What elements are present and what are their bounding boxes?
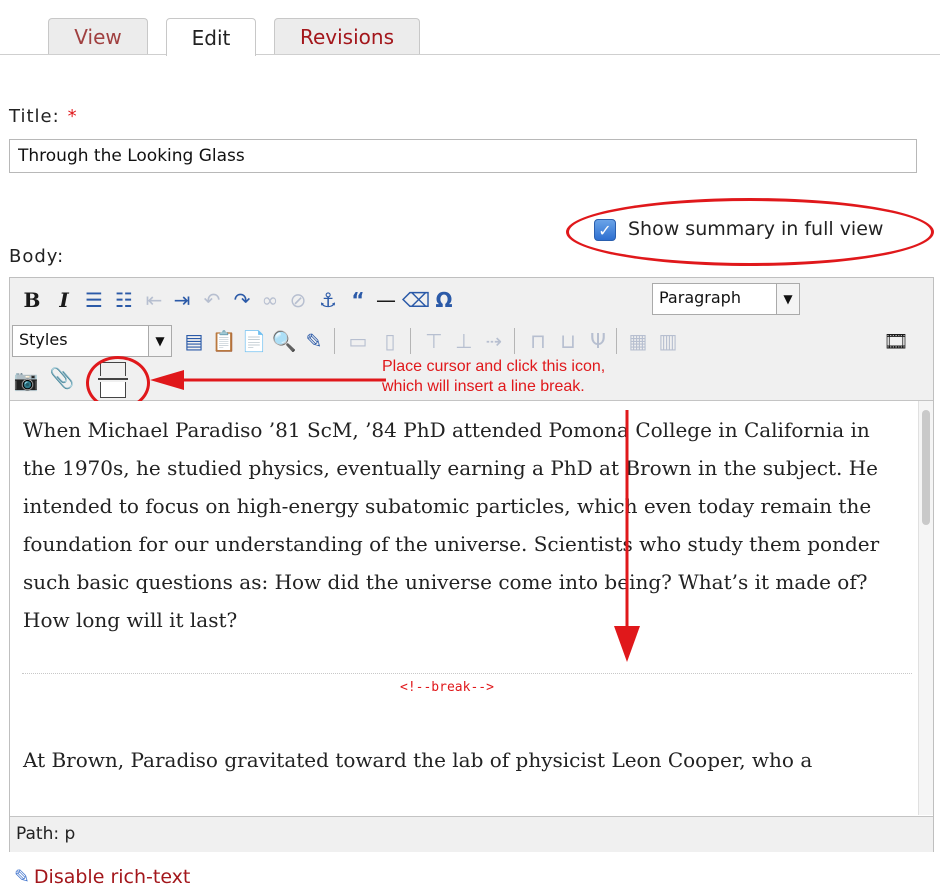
image-icon[interactable]: 📷 xyxy=(14,368,39,392)
horizontal-rule-icon[interactable]: — xyxy=(374,288,398,312)
styles-select[interactable]: Styles ▼ xyxy=(12,325,172,357)
delete-row-icon[interactable]: ⇢ xyxy=(482,329,506,353)
table-icon[interactable]: ▦ xyxy=(626,329,650,353)
scrollbar-thumb[interactable] xyxy=(922,410,930,525)
special-char-icon[interactable]: Ω xyxy=(432,288,456,312)
break-marker: <!--break--> xyxy=(400,680,494,695)
edit-style-icon[interactable]: ✎ xyxy=(302,329,326,353)
media-icon[interactable]: 🎞 xyxy=(883,329,908,353)
html-source-icon[interactable]: ▤ xyxy=(182,329,206,353)
link-icon[interactable]: ∞ xyxy=(258,288,282,312)
split-cells-icon[interactable]: ⊔ xyxy=(556,329,580,353)
insert-col-icon[interactable]: ⊥ xyxy=(452,329,476,353)
toolbar-separator xyxy=(616,328,617,354)
styles-select-value: Styles xyxy=(19,330,68,349)
chevron-down-icon: ▼ xyxy=(776,284,799,314)
title-input[interactable] xyxy=(9,139,917,173)
editor-content[interactable]: When Michael Paradiso ’81 ScM, ’84 PhD a… xyxy=(11,401,916,815)
format-select[interactable]: Paragraph ▼ xyxy=(652,283,800,315)
bullet-list-icon[interactable]: ☰ xyxy=(82,288,106,312)
break-divider xyxy=(22,673,912,674)
content-paragraph-2: At Brown, Paradiso gravitated toward the… xyxy=(23,748,813,772)
undo-icon[interactable]: ↶ xyxy=(200,288,224,312)
format-select-value: Paragraph xyxy=(659,288,741,307)
table-col-icon[interactable]: ▯ xyxy=(378,329,402,353)
annotation-line-2: which will insert a line break. xyxy=(382,378,585,395)
annotation-note: Place cursor and click this icon, which … xyxy=(382,357,702,397)
annotation-arrow-down xyxy=(614,410,640,662)
bold-icon[interactable]: B xyxy=(20,288,44,312)
body-label: Body: xyxy=(9,246,65,267)
annotation-oval xyxy=(566,198,934,266)
title-label-text: Title: xyxy=(9,106,60,127)
content-paragraph-1: When Michael Paradiso ’81 ScM, ’84 PhD a… xyxy=(23,418,880,632)
indent-icon[interactable]: ⇥ xyxy=(170,288,194,312)
title-label: Title: * xyxy=(9,106,78,127)
clipboard-icon[interactable]: 📎 xyxy=(50,366,75,390)
chevron-down-icon: ▼ xyxy=(148,326,171,356)
required-marker: * xyxy=(67,106,78,127)
italic-icon[interactable]: I xyxy=(52,288,76,312)
find-icon[interactable]: 🔍 xyxy=(272,329,297,353)
tabs-baseline xyxy=(0,54,940,55)
toolbar-separator xyxy=(334,328,335,354)
numbered-list-icon[interactable]: ☷ xyxy=(112,288,136,312)
wand-icon: ✎ xyxy=(14,866,30,888)
toolbar-separator xyxy=(410,328,411,354)
tab-revisions[interactable]: Revisions xyxy=(274,18,420,54)
merge-cells-icon[interactable]: ⊓ xyxy=(526,329,550,353)
unlink-icon[interactable]: ⊘ xyxy=(286,288,310,312)
table-row-icon[interactable]: ▭ xyxy=(346,329,370,353)
paste-word-icon[interactable]: 📄 xyxy=(242,329,267,353)
table-props-icon[interactable]: ▥ xyxy=(656,329,680,353)
paste-text-icon[interactable]: 📋 xyxy=(212,329,237,353)
tab-view[interactable]: View xyxy=(48,18,148,54)
toolbar-separator xyxy=(514,328,515,354)
tab-edit[interactable]: Edit xyxy=(166,18,256,56)
remove-format-icon[interactable]: ⌫ xyxy=(402,288,430,312)
status-path: Path: p xyxy=(16,824,76,844)
delete-col-icon[interactable]: Ψ xyxy=(586,329,610,353)
annotation-arrow-left xyxy=(150,370,386,390)
insert-row-icon[interactable]: ⊤ xyxy=(422,329,446,353)
annotation-line-1: Place cursor and click this icon, xyxy=(382,358,606,375)
editor-statusbar: Path: p xyxy=(10,816,933,852)
blockquote-icon[interactable]: “ xyxy=(346,288,370,312)
disable-rich-text-label: Disable rich-text xyxy=(33,866,191,888)
anchor-icon[interactable]: ⚓ xyxy=(316,288,340,312)
outdent-icon[interactable]: ⇤ xyxy=(142,288,166,312)
redo-icon[interactable]: ↷ xyxy=(230,288,254,312)
disable-rich-text-link[interactable]: ✎ Disable rich-text xyxy=(14,866,190,888)
